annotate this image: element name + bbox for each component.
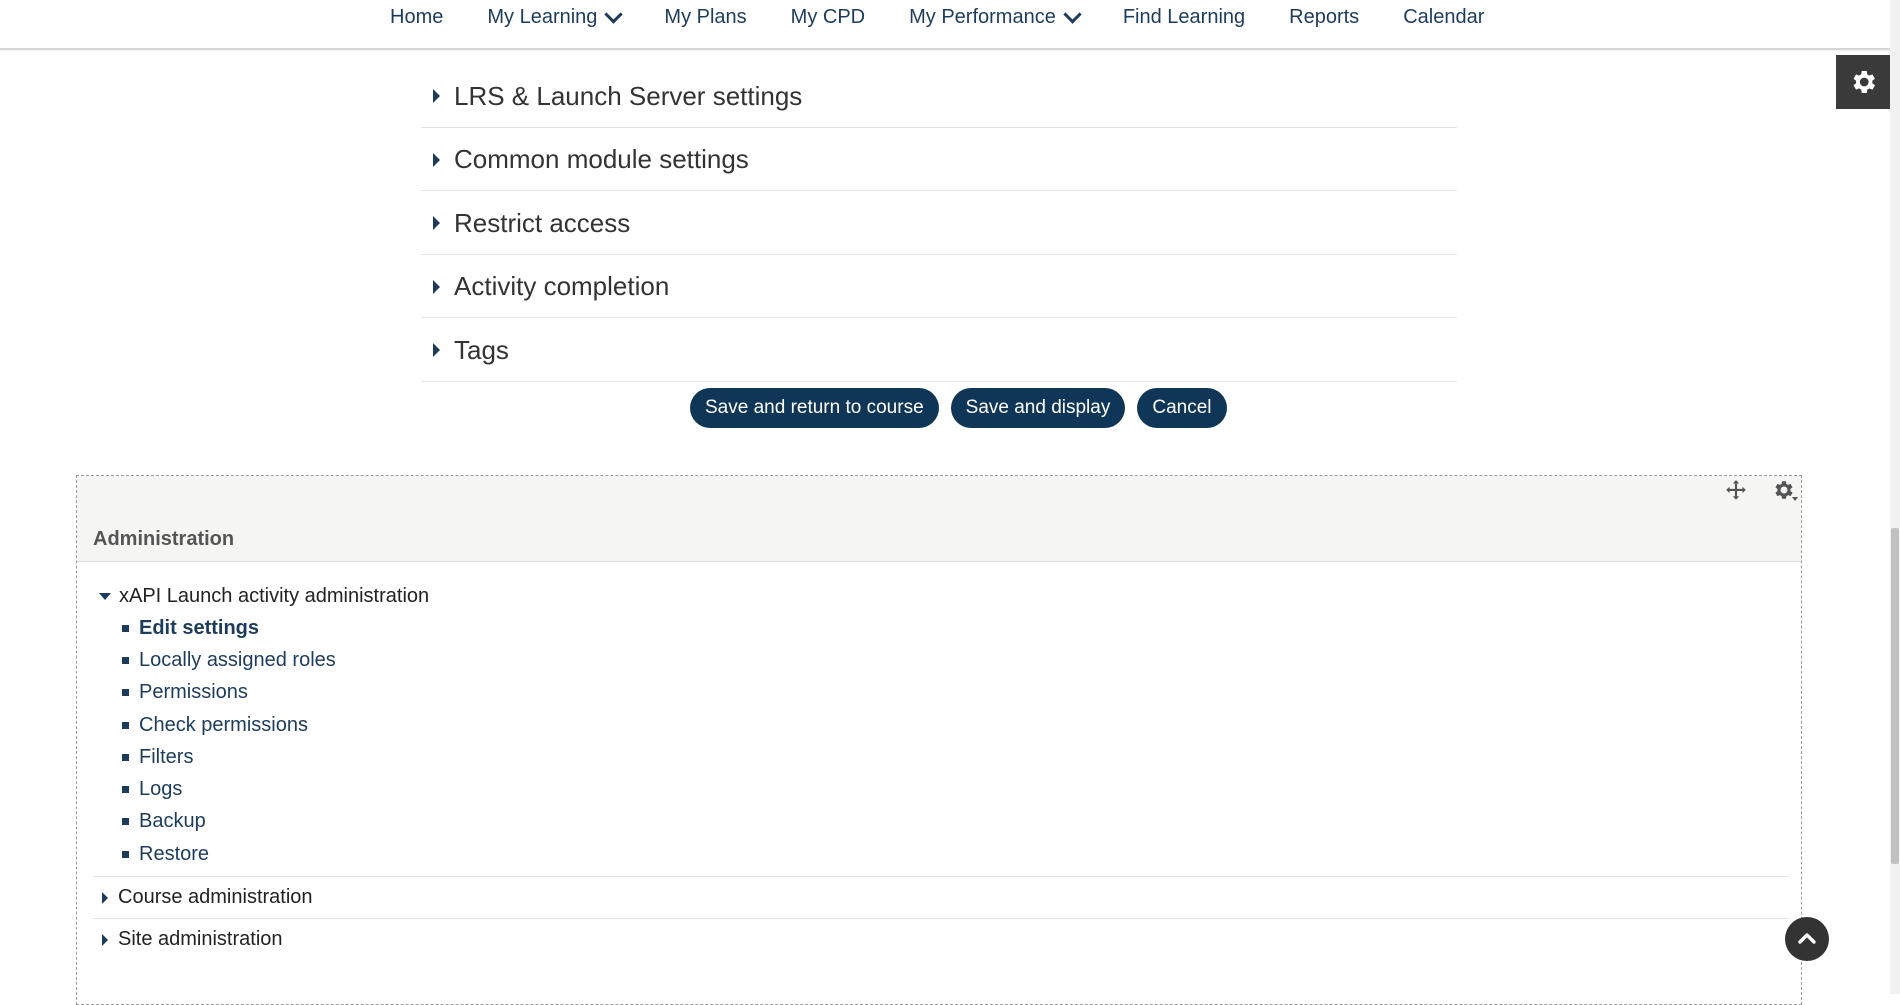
- gear-icon: [1853, 71, 1875, 93]
- section-common-module[interactable]: Common module settings: [421, 128, 1457, 191]
- xapi-admin-children: Edit settings Locally assigned roles Per…: [93, 612, 1789, 870]
- section-title: Activity completion: [454, 271, 670, 302]
- tree-node-xapi-admin[interactable]: xAPI Launch activity administration: [93, 580, 1789, 612]
- bullet-icon: [122, 656, 129, 664]
- admin-link-restore[interactable]: Restore: [122, 838, 1789, 870]
- move-icon[interactable]: [1723, 478, 1749, 504]
- expand-arrow-icon: [433, 279, 440, 294]
- section-title: Common module settings: [454, 144, 749, 175]
- admin-link-label: Edit settings: [139, 616, 260, 639]
- admin-link-label: Check permissions: [139, 713, 308, 736]
- chevron-down-icon: [604, 4, 624, 24]
- nav-item-label: My Plans: [664, 5, 747, 28]
- bullet-icon: [122, 753, 129, 761]
- admin-link-label: Logs: [139, 778, 183, 801]
- administration-title: Administration: [93, 528, 235, 550]
- tree-node-label: Site administration: [118, 928, 283, 951]
- administration-block: Administration xAPI Launch activity admi…: [76, 475, 1802, 1005]
- tree-node-site-admin[interactable]: Site administration: [93, 918, 1789, 960]
- admin-link-edit-settings[interactable]: Edit settings: [122, 612, 1789, 644]
- admin-link-label: Backup: [139, 810, 206, 833]
- section-restrict-access[interactable]: Restrict access: [421, 191, 1457, 255]
- admin-link-filters[interactable]: Filters: [122, 741, 1789, 773]
- cancel-button[interactable]: Cancel: [1137, 388, 1227, 428]
- tree-node-course-admin[interactable]: Course administration: [93, 876, 1789, 918]
- nav-item-my-performance[interactable]: My Performance: [909, 4, 1082, 29]
- nav-item-my-cpd[interactable]: My CPD: [791, 6, 865, 29]
- bullet-icon: [122, 624, 129, 632]
- admin-link-label: Permissions: [139, 681, 248, 704]
- section-activity-completion[interactable]: Activity completion: [421, 255, 1457, 318]
- nav-item-my-plans[interactable]: My Plans: [664, 6, 746, 29]
- save-and-return-button[interactable]: Save and return to course: [690, 388, 939, 428]
- nav-item-label: My CPD: [790, 5, 866, 28]
- expand-arrow-icon: [102, 933, 108, 946]
- form-sections: LRS & Launch Server settings Common modu…: [421, 64, 1457, 382]
- administration-header: Administration: [77, 476, 1801, 562]
- scrollbar-thumb[interactable]: [1891, 528, 1899, 864]
- admin-link-label: Restore: [139, 842, 210, 865]
- expand-arrow-icon: [433, 89, 440, 104]
- bullet-icon: [122, 689, 129, 697]
- page-scrollbar[interactable]: [1890, 0, 1900, 994]
- bullet-icon: [122, 721, 129, 729]
- tree-node-label: xAPI Launch activity administration: [119, 584, 430, 607]
- section-title: LRS & Launch Server settings: [454, 80, 803, 111]
- nav-item-label: Find Learning: [1122, 5, 1246, 28]
- expand-arrow-icon: [102, 891, 108, 904]
- nav-item-reports[interactable]: Reports: [1289, 6, 1359, 29]
- admin-link-backup[interactable]: Backup: [122, 806, 1789, 838]
- admin-link-label: Filters: [139, 745, 194, 768]
- admin-link-check-permissions[interactable]: Check permissions: [122, 709, 1789, 741]
- nav-item-label: Reports: [1289, 5, 1360, 28]
- admin-link-locally-assigned-roles[interactable]: Locally assigned roles: [122, 644, 1789, 676]
- nav-menu: Home My Learning My Plans My CPD My Perf…: [390, 0, 1528, 34]
- bullet-icon: [122, 818, 129, 826]
- section-tags[interactable]: Tags: [421, 318, 1457, 382]
- section-lrs-launch-server[interactable]: LRS & Launch Server settings: [421, 64, 1457, 128]
- chevron-down-icon: [1063, 4, 1082, 24]
- nav-item-label: Home: [390, 5, 444, 28]
- chevron-up-icon: [1798, 933, 1816, 944]
- expand-arrow-icon: [433, 216, 440, 231]
- admin-link-logs[interactable]: Logs: [122, 773, 1789, 805]
- tree-node-label: Course administration: [118, 886, 313, 909]
- admin-link-label: Locally assigned roles: [139, 648, 336, 671]
- save-and-display-button[interactable]: Save and display: [950, 388, 1126, 428]
- bullet-icon: [122, 850, 129, 858]
- top-navigation: Home My Learning My Plans My CPD My Perf…: [0, 0, 1890, 50]
- admin-link-permissions[interactable]: Permissions: [122, 677, 1789, 709]
- nav-item-label: My Learning: [487, 5, 598, 28]
- settings-drawer-button[interactable]: [1836, 55, 1890, 109]
- nav-item-label: My Performance: [909, 5, 1056, 28]
- expand-arrow-icon: [433, 343, 440, 358]
- bullet-icon: [122, 786, 129, 794]
- expand-arrow-icon: [433, 152, 440, 167]
- block-actions-gear-icon[interactable]: [1771, 478, 1799, 506]
- nav-item-label: Calendar: [1403, 5, 1485, 28]
- nav-item-home[interactable]: Home: [390, 6, 443, 29]
- section-title: Restrict access: [454, 207, 631, 238]
- nav-item-my-learning[interactable]: My Learning: [487, 4, 624, 29]
- scroll-to-top-button[interactable]: [1785, 917, 1829, 961]
- administration-tree: xAPI Launch activity administration Edit…: [93, 580, 1789, 960]
- form-actions: Save and return to course Save and displ…: [690, 388, 1227, 428]
- nav-item-calendar[interactable]: Calendar: [1403, 6, 1484, 29]
- collapse-arrow-icon: [99, 592, 111, 600]
- nav-item-find-learning[interactable]: Find Learning: [1123, 6, 1245, 29]
- section-title: Tags: [454, 334, 509, 365]
